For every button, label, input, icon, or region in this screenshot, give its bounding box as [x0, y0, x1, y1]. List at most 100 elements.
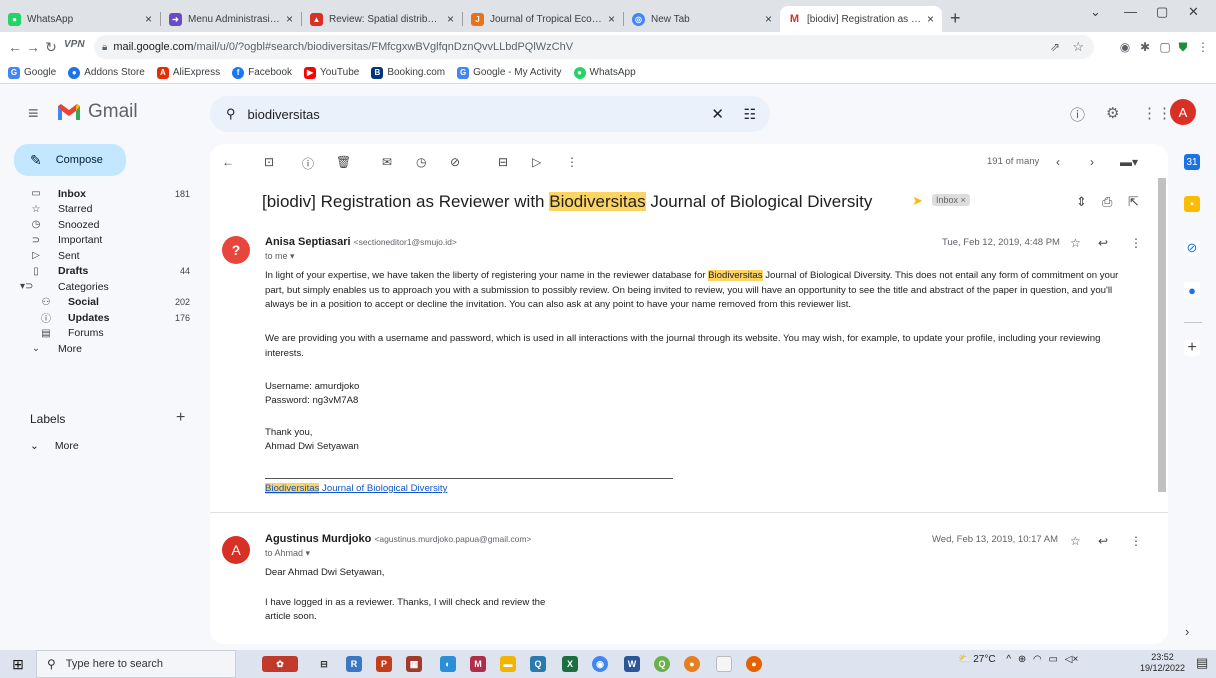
tab-new-tab[interactable]: ◎ New Tab ×: [624, 6, 780, 32]
taskbar-search-box[interactable]: ⚲ Type here to search: [36, 650, 236, 678]
archive-icon[interactable]: ⊡: [264, 155, 274, 169]
powerpoint-icon[interactable]: P: [376, 656, 392, 672]
get-addons-icon[interactable]: +: [1184, 339, 1200, 356]
close-icon[interactable]: ×: [286, 12, 293, 26]
search-highlight-icon[interactable]: ✿: [262, 656, 298, 672]
calendar-icon[interactable]: 31: [1184, 154, 1200, 170]
excel-icon[interactable]: X: [562, 656, 578, 672]
account-avatar[interactable]: A: [1170, 99, 1196, 125]
gmail-logo[interactable]: Gmail: [56, 101, 138, 123]
sidebar-item-categories[interactable]: ▾⊃ Categories: [0, 279, 196, 295]
system-clock[interactable]: 23:52 19/12/2022: [1140, 652, 1185, 674]
search-input[interactable]: [247, 106, 668, 122]
sender-name[interactable]: Agustinus Murdjoko: [265, 533, 371, 545]
calendar-app-icon[interactable]: ▦: [406, 656, 422, 672]
share-icon[interactable]: ⇗: [1050, 40, 1060, 54]
window-close-icon[interactable]: ✕: [1188, 4, 1199, 20]
labels-more-item[interactable]: ⌄ More: [30, 440, 79, 452]
bookmark-whatsapp[interactable]: ● WhatsApp: [573, 66, 636, 79]
print-icon[interactable]: ⎙: [1102, 194, 1112, 210]
battery-icon[interactable]: ▭: [1049, 654, 1058, 665]
message-more-icon[interactable]: ⋮: [1130, 534, 1142, 548]
bookmark-google[interactable]: G Google: [8, 66, 56, 79]
back-to-list-icon[interactable]: ←: [222, 155, 234, 169]
weather-icon[interactable]: ⛅: [958, 654, 970, 665]
network-icon[interactable]: ⊕: [1018, 654, 1026, 665]
sidebar-item-important[interactable]: ⊃ Important: [0, 233, 196, 249]
shield-check-icon[interactable]: ⛊: [1176, 40, 1190, 54]
notifications-icon[interactable]: ▤: [1196, 655, 1208, 671]
bookmark-star-icon[interactable]: ☆: [1072, 39, 1084, 55]
kebab-menu-icon[interactable]: ⋮: [1196, 40, 1210, 54]
newer-chevron-icon[interactable]: ‹: [1056, 155, 1060, 169]
sidebar-item-sent[interactable]: ▷ Sent: [0, 248, 196, 264]
star-icon[interactable]: ☆: [1070, 236, 1081, 250]
chrome-icon[interactable]: ◉: [592, 656, 608, 672]
sender-avatar[interactable]: A: [222, 536, 250, 564]
help-icon[interactable]: ⓘ: [1070, 104, 1085, 125]
wifi-icon[interactable]: ◠: [1033, 654, 1042, 665]
bookmark-facebook[interactable]: f Facebook: [232, 66, 292, 79]
volume-icon[interactable]: ◁×: [1065, 654, 1079, 665]
keep-icon[interactable]: ▪: [1184, 196, 1200, 212]
puzzle-icon[interactable]: ✱: [1138, 40, 1152, 54]
add-label-button[interactable]: +: [176, 409, 185, 427]
reply-icon[interactable]: ↩: [1098, 534, 1108, 548]
tab-search-icon[interactable]: ⌄: [1090, 4, 1101, 20]
compose-button[interactable]: ✎ Compose: [14, 144, 126, 176]
bookmark-booking[interactable]: B Booking.com: [371, 66, 445, 79]
journal-link[interactable]: Biodiversitas Journal of Biological Dive…: [265, 483, 447, 494]
close-icon[interactable]: ×: [608, 12, 615, 26]
inbox-label-chip[interactable]: Inbox ×: [932, 194, 970, 206]
sidebar-item-starred[interactable]: ☆ Starred: [0, 202, 196, 218]
sidebar-item-inbox[interactable]: ▭ Inbox 181: [0, 186, 196, 202]
report-spam-icon[interactable]: ⓘ: [302, 155, 314, 172]
gear-icon[interactable]: ⚙: [1106, 104, 1119, 122]
bookmark-addons-store[interactable]: ● Addons Store: [68, 66, 145, 79]
search-options-icon[interactable]: ☷: [743, 106, 756, 123]
sidebar-item-drafts[interactable]: ▯ Drafts 44: [0, 264, 196, 280]
contacts-icon[interactable]: ●: [1184, 282, 1200, 298]
sidebar-item-updates[interactable]: ⓘ Updates 176: [0, 310, 196, 326]
clear-search-icon[interactable]: ✕: [711, 105, 724, 123]
importance-marker-icon[interactable]: ➤: [912, 193, 923, 209]
paint-icon[interactable]: ●: [684, 656, 700, 672]
bookmark-google-activity[interactable]: G Google - My Activity: [457, 66, 562, 79]
sidebar-item-snoozed[interactable]: ◷ Snoozed: [0, 217, 196, 233]
close-icon[interactable]: ×: [927, 12, 934, 26]
main-menu-icon[interactable]: ≡: [28, 103, 39, 124]
sender-name[interactable]: Anisa Septiasari: [265, 236, 351, 248]
bookmark-aliexpress[interactable]: A AliExpress: [156, 66, 220, 79]
input-tools-icon[interactable]: ▬▾: [1120, 155, 1138, 169]
sender-avatar[interactable]: ?: [222, 236, 250, 264]
open-new-window-icon[interactable]: ⇱: [1128, 194, 1139, 210]
weather-text[interactable]: 27°C: [973, 654, 995, 665]
vpn-badge[interactable]: VPN: [64, 39, 85, 50]
mendeley-icon[interactable]: M: [470, 656, 486, 672]
edge-icon[interactable]: ◐: [440, 656, 456, 672]
add-task-icon[interactable]: ⊘: [450, 155, 460, 169]
move-to-icon[interactable]: ⊟: [498, 155, 508, 169]
label-icon[interactable]: ▷: [532, 155, 541, 169]
address-bar[interactable]: 🔒︎ mail.google.com/mail/u/0/?ogbl#search…: [94, 35, 1094, 59]
tab-whatsapp[interactable]: ● WhatsApp ×: [0, 6, 160, 32]
word-icon[interactable]: W: [624, 656, 640, 672]
recipient-toggle[interactable]: to Ahmad ▾: [265, 548, 310, 559]
tab-menu-administrasi[interactable]: ➜ Menu Administrasi Sistem I ×: [161, 6, 301, 32]
older-chevron-icon[interactable]: ›: [1090, 155, 1094, 169]
recipient-toggle[interactable]: to me ▾: [265, 251, 295, 262]
minimize-icon[interactable]: —: [1124, 4, 1137, 19]
close-icon[interactable]: ×: [765, 12, 772, 26]
sidebar-item-more[interactable]: ⌄ More: [0, 341, 196, 357]
mail-search-bar[interactable]: ⚲ ✕ ☷: [210, 96, 770, 132]
task-view-icon[interactable]: ⊟: [316, 656, 332, 672]
file-explorer-icon[interactable]: ▬: [500, 656, 516, 672]
expand-all-icon[interactable]: ⇕: [1076, 194, 1087, 210]
more-options-icon[interactable]: ⋮: [566, 155, 578, 169]
reload-icon[interactable]: ↻: [40, 39, 62, 56]
sidebar-icon[interactable]: ▢: [1158, 40, 1172, 54]
tasks-icon[interactable]: ⊘: [1184, 240, 1200, 256]
new-tab-button[interactable]: +: [950, 8, 961, 29]
quantum-gis-icon[interactable]: Q: [654, 656, 670, 672]
tray-chevron-icon[interactable]: ^: [1006, 654, 1011, 665]
